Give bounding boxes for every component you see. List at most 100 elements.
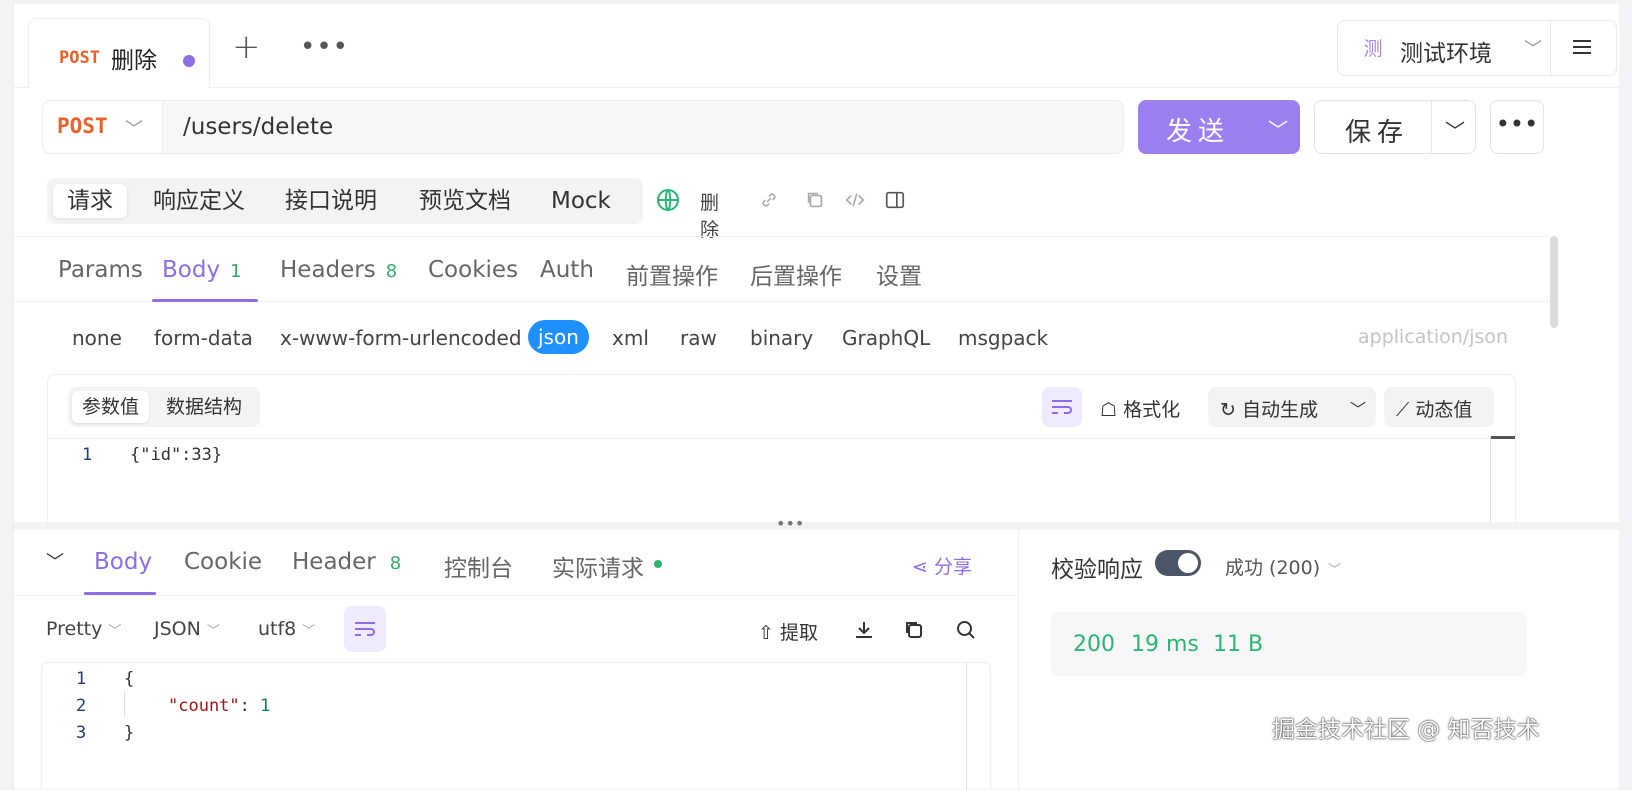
- line-number: 1: [82, 445, 93, 465]
- code-icon[interactable]: [844, 189, 866, 211]
- upload-icon: ⇧: [758, 622, 780, 644]
- environment-selector[interactable]: 测 测试环境 ﹀: [1337, 20, 1617, 77]
- copy-icon[interactable]: [804, 189, 826, 211]
- body-type-selector: none form-data x-www-form-urlencoded jso…: [14, 316, 1548, 362]
- line-number: 1: [76, 669, 87, 689]
- resp-tab-cookie[interactable]: Cookie: [184, 549, 262, 575]
- body-type-xml[interactable]: xml: [612, 326, 649, 350]
- save-label: 保存: [1345, 118, 1410, 148]
- code-line: }: [124, 723, 135, 743]
- globe-icon[interactable]: [656, 188, 680, 212]
- tab-params[interactable]: Params: [58, 257, 143, 283]
- auto-generate-button[interactable]: ↻ 自动生成 ﹀: [1208, 387, 1376, 427]
- tab-cookies[interactable]: Cookies: [428, 257, 518, 283]
- validate-title: 校验响应: [1051, 557, 1143, 583]
- editor-scrollbar[interactable]: [1490, 436, 1515, 522]
- body-type-msgpack[interactable]: msgpack: [958, 326, 1048, 350]
- response-panel: ﹀ Body Cookie Header 8 控制台 实际请求 ⋖ 分享 Pret…: [14, 530, 1018, 790]
- more-actions-button[interactable]: •••: [1490, 100, 1544, 154]
- body-type-json[interactable]: json: [528, 320, 589, 354]
- magic-wand-icon: ⟋: [1396, 399, 1416, 421]
- body-type-form-data[interactable]: form-data: [154, 326, 253, 350]
- extract-button[interactable]: ⇧ 提取: [758, 618, 818, 645]
- download-icon[interactable]: [852, 618, 876, 642]
- request-tab-name: 删除: [111, 48, 157, 74]
- viewer-scrollbar[interactable]: [966, 663, 967, 790]
- validate-toggle[interactable]: [1155, 550, 1201, 576]
- share-button[interactable]: ⋖ 分享: [912, 552, 972, 579]
- url-input[interactable]: /users/delete: [183, 114, 333, 140]
- resp-tab-actual-request[interactable]: 实际请求: [552, 549, 662, 583]
- status-dot-icon: [654, 559, 662, 568]
- content-type-label: application/json: [1358, 326, 1509, 348]
- tab-post-operations[interactable]: 后置操作: [750, 257, 842, 291]
- code-line: {: [124, 669, 135, 689]
- chevron-down-icon: ﹀: [1524, 39, 1542, 60]
- panel-splitter[interactable]: •••: [14, 514, 1620, 533]
- active-tab-underline: [84, 592, 156, 595]
- more-tabs-button[interactable]: •••: [300, 34, 349, 60]
- status-select[interactable]: 成功 (200) ﹀: [1225, 553, 1341, 580]
- unsaved-dot-icon: [183, 55, 195, 67]
- chevron-down-icon: ﹀: [302, 624, 316, 639]
- tab-body[interactable]: Body 1: [162, 257, 242, 283]
- tab-api-doc[interactable]: 接口说明: [271, 184, 391, 218]
- body-type-graphql[interactable]: GraphQL: [842, 326, 930, 350]
- editor-toolbar: 参数值 数据结构 ☖ 格式化 ↻ 自动生成 ﹀ ⟋ 动态值: [48, 375, 1515, 439]
- response-time: 19 ms: [1131, 632, 1199, 657]
- chevron-down-icon: ﹀: [206, 624, 220, 639]
- tab-preview-doc[interactable]: 预览文档: [405, 184, 525, 218]
- tab-data-structure[interactable]: 数据结构: [156, 391, 252, 423]
- share-icon: ⋖: [912, 556, 934, 578]
- send-dropdown-icon[interactable]: ﹀: [1268, 114, 1288, 143]
- format-select[interactable]: JSON ﹀: [154, 618, 220, 640]
- format-button[interactable]: ☖ 格式化: [1100, 395, 1180, 422]
- resp-tab-header[interactable]: Header 8: [292, 549, 401, 575]
- dynamic-value-button[interactable]: ⟋ 动态值: [1384, 387, 1494, 427]
- link-icon[interactable]: [758, 189, 780, 211]
- copy-icon[interactable]: [902, 618, 926, 642]
- active-tab-underline: [152, 299, 258, 302]
- tab-response-def[interactable]: 响应定义: [139, 184, 259, 218]
- tab-param-values[interactable]: 参数值: [72, 391, 150, 423]
- tab-pre-operations[interactable]: 前置操作: [626, 257, 718, 291]
- body-type-none[interactable]: none: [72, 326, 122, 350]
- wrap-lines-button[interactable]: [344, 606, 386, 652]
- tab-strip: POST 删除 + ••• 测 测试环境 ﹀: [14, 4, 1620, 88]
- body-type-raw[interactable]: raw: [680, 326, 717, 350]
- send-button[interactable]: 发送 ﹀: [1138, 100, 1300, 154]
- request-tab[interactable]: POST 删除: [28, 18, 210, 88]
- tab-headers[interactable]: Headers 8: [280, 257, 397, 283]
- menu-icon[interactable]: [1570, 35, 1594, 59]
- body-editor: 参数值 数据结构 ☖ 格式化 ↻ 自动生成 ﹀ ⟋ 动态值 1 {"id":33…: [47, 374, 1516, 522]
- add-tab-button[interactable]: +: [232, 30, 261, 64]
- body-type-binary[interactable]: binary: [750, 326, 813, 350]
- collapse-chevron-icon[interactable]: ﹀: [46, 548, 64, 574]
- chevron-down-icon[interactable]: ﹀: [1350, 396, 1366, 420]
- tab-request[interactable]: 请求: [53, 184, 127, 218]
- tab-mock[interactable]: Mock: [537, 184, 625, 218]
- request-subtabs: Params Body 1 Headers 8 Cookies Auth 前置操作 …: [14, 236, 1548, 302]
- body-type-urlencoded[interactable]: x-www-form-urlencoded: [280, 326, 522, 350]
- encoding-select[interactable]: utf8 ﹀: [258, 618, 315, 640]
- chevron-down-icon: ﹀: [108, 624, 122, 639]
- resp-tab-console[interactable]: 控制台: [444, 549, 513, 583]
- resp-tab-body[interactable]: Body: [94, 549, 152, 575]
- save-button[interactable]: 保存 ﹀: [1314, 100, 1476, 154]
- wrap-icon: [1052, 400, 1072, 414]
- tab-auth[interactable]: Auth: [540, 257, 594, 283]
- interface-name-label[interactable]: 删除: [700, 188, 719, 242]
- wrap-icon: [355, 622, 375, 636]
- response-body-viewer[interactable]: 1 2 3 { "count": 1 }: [41, 662, 991, 790]
- save-dropdown-icon[interactable]: ﹀: [1445, 115, 1465, 144]
- line-number: 3: [76, 723, 87, 743]
- tab-settings[interactable]: 设置: [876, 257, 922, 291]
- code-line: "count": 1: [168, 696, 271, 716]
- page-scrollbar[interactable]: [1550, 236, 1558, 328]
- wrap-lines-button[interactable]: [1042, 387, 1082, 427]
- status-code: 200: [1073, 632, 1115, 657]
- pretty-select[interactable]: Pretty ﹀: [46, 618, 121, 640]
- method-select[interactable]: POST ﹀: [43, 101, 163, 153]
- search-icon[interactable]: [954, 618, 978, 642]
- panel-icon[interactable]: [884, 189, 906, 211]
